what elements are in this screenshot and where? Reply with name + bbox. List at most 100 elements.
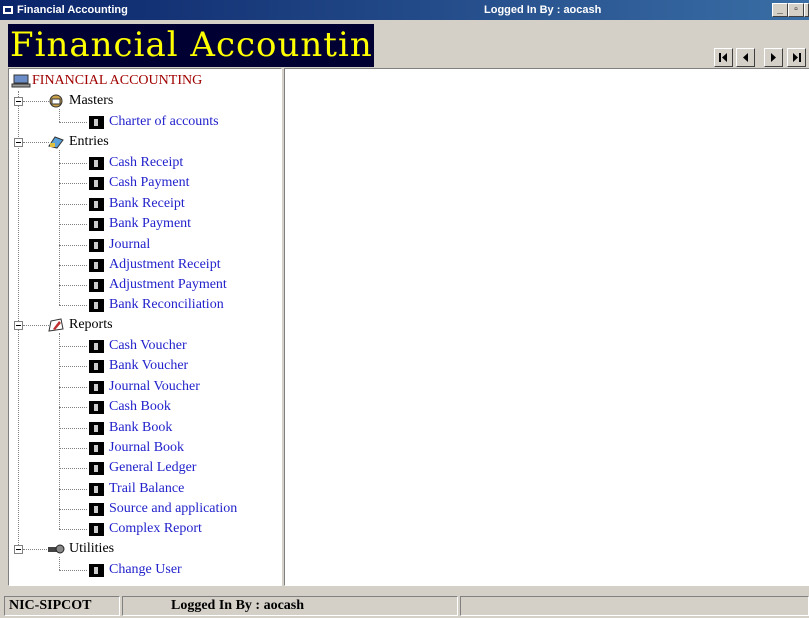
form-icon (89, 299, 104, 312)
form-icon (89, 218, 104, 231)
form-icon (89, 157, 104, 170)
tree-connector (59, 557, 60, 570)
next-record-button[interactable] (764, 48, 783, 67)
tree-connector (59, 122, 87, 123)
tree-connector (59, 428, 87, 429)
tree-item-label: Charter of accounts (109, 114, 219, 129)
form-icon (89, 422, 104, 435)
reports-icon (48, 318, 64, 332)
first-icon (719, 53, 727, 62)
tree-connector (59, 305, 87, 306)
form-icon (89, 198, 104, 211)
form-icon (89, 239, 104, 252)
window-title: Financial Accounting (17, 4, 128, 16)
tree-item-label: Journal Voucher (109, 379, 200, 394)
form-icon (89, 483, 104, 496)
tree-connector (59, 150, 60, 305)
tree-item-label: Trail Balance (109, 481, 185, 496)
tree-connector (59, 285, 87, 286)
tree-connector (59, 570, 87, 571)
form-icon (89, 360, 104, 373)
previous-icon (743, 53, 748, 62)
tree-connector (59, 366, 87, 367)
titlebar-logged-in: Logged In By : aocash (484, 4, 602, 16)
main-content-area (284, 68, 809, 586)
form-icon (89, 564, 104, 577)
status-logged-in: Logged In By : aocash (122, 596, 458, 616)
form-icon (89, 523, 104, 536)
form-icon (89, 401, 104, 414)
tree-group-label: Masters (69, 93, 114, 108)
tree-item-label: Complex Report (109, 521, 202, 536)
tree-item-label: Bank Voucher (109, 358, 189, 373)
tree-item-label: Bank Payment (109, 216, 192, 231)
form-icon (89, 279, 104, 292)
tree-connector (59, 333, 60, 529)
tree-item-label: Cash Receipt (109, 155, 184, 170)
tree-item-label: Cash Voucher (109, 338, 187, 353)
tree-connector (59, 489, 87, 490)
tree-connector (59, 448, 87, 449)
tree-root-label: FINANCIAL ACCOUNTING (32, 73, 203, 88)
tree-connector (23, 549, 49, 550)
tree-connector (59, 468, 87, 469)
tree-item-label: Bank Receipt (109, 196, 185, 211)
tree-item-label: Bank Book (109, 420, 173, 435)
masters-icon (49, 94, 63, 108)
tree-connector (59, 509, 87, 510)
form-icon (89, 503, 104, 516)
computer-icon (11, 74, 31, 88)
tree-group-label: Entries (69, 134, 109, 149)
tree-connector (59, 245, 87, 246)
tree-item-label: Adjustment Payment (109, 277, 227, 292)
tree-item-label: Journal Book (109, 440, 185, 455)
app-banner: Financial Accounting System (8, 24, 374, 67)
maximize-button[interactable]: ▫ (788, 3, 804, 17)
tree-connector (59, 183, 87, 184)
last-icon (793, 53, 801, 62)
entries-icon (48, 136, 64, 149)
tree-connector (59, 529, 87, 530)
tree-item-label: Cash Book (109, 399, 171, 414)
form-icon (89, 259, 104, 272)
tree-connector (59, 163, 87, 164)
collapse-toggle[interactable] (14, 138, 23, 147)
collapse-toggle[interactable] (14, 321, 23, 330)
status-org: NIC-SIPCOT (4, 596, 120, 616)
tree-connector (59, 407, 87, 408)
tree-connector (59, 109, 60, 122)
tree-connector (23, 101, 49, 102)
form-icon (89, 340, 104, 353)
tree-item-label: Bank Reconciliation (109, 297, 224, 312)
navigation-tree[interactable]: FINANCIAL ACCOUNTING Masters Charter of … (8, 68, 282, 586)
tree-item-label: Source and application (109, 501, 238, 516)
tree-item-label: Cash Payment (109, 175, 190, 190)
utilities-icon (48, 544, 65, 554)
tree-connector (23, 142, 49, 143)
status-bar: NIC-SIPCOT Logged In By : aocash (0, 594, 809, 618)
form-icon (89, 116, 104, 129)
last-record-button[interactable] (787, 48, 806, 67)
tree-group-label: Reports (69, 317, 113, 332)
tree-connector (59, 265, 87, 266)
form-icon (89, 442, 104, 455)
title-bar: Financial Accounting Logged In By : aoca… (0, 0, 809, 20)
collapse-toggle[interactable] (14, 97, 23, 106)
collapse-toggle[interactable] (14, 545, 23, 554)
tree-connector (59, 204, 87, 205)
first-record-button[interactable] (714, 48, 733, 67)
close-button[interactable] (804, 3, 809, 17)
form-icon (89, 462, 104, 475)
form-icon (89, 177, 104, 190)
form-icon (89, 381, 104, 394)
tree-connector (23, 325, 49, 326)
previous-record-button[interactable] (736, 48, 755, 67)
tree-item-label: Change User (109, 562, 182, 577)
tree-item-label: Journal (109, 237, 151, 252)
next-icon (771, 53, 776, 62)
tree-connector (59, 387, 87, 388)
minimize-button[interactable]: _ (772, 3, 788, 17)
tree-connector (59, 224, 87, 225)
tree-item-label: General Ledger (109, 460, 197, 475)
app-icon (3, 6, 13, 14)
